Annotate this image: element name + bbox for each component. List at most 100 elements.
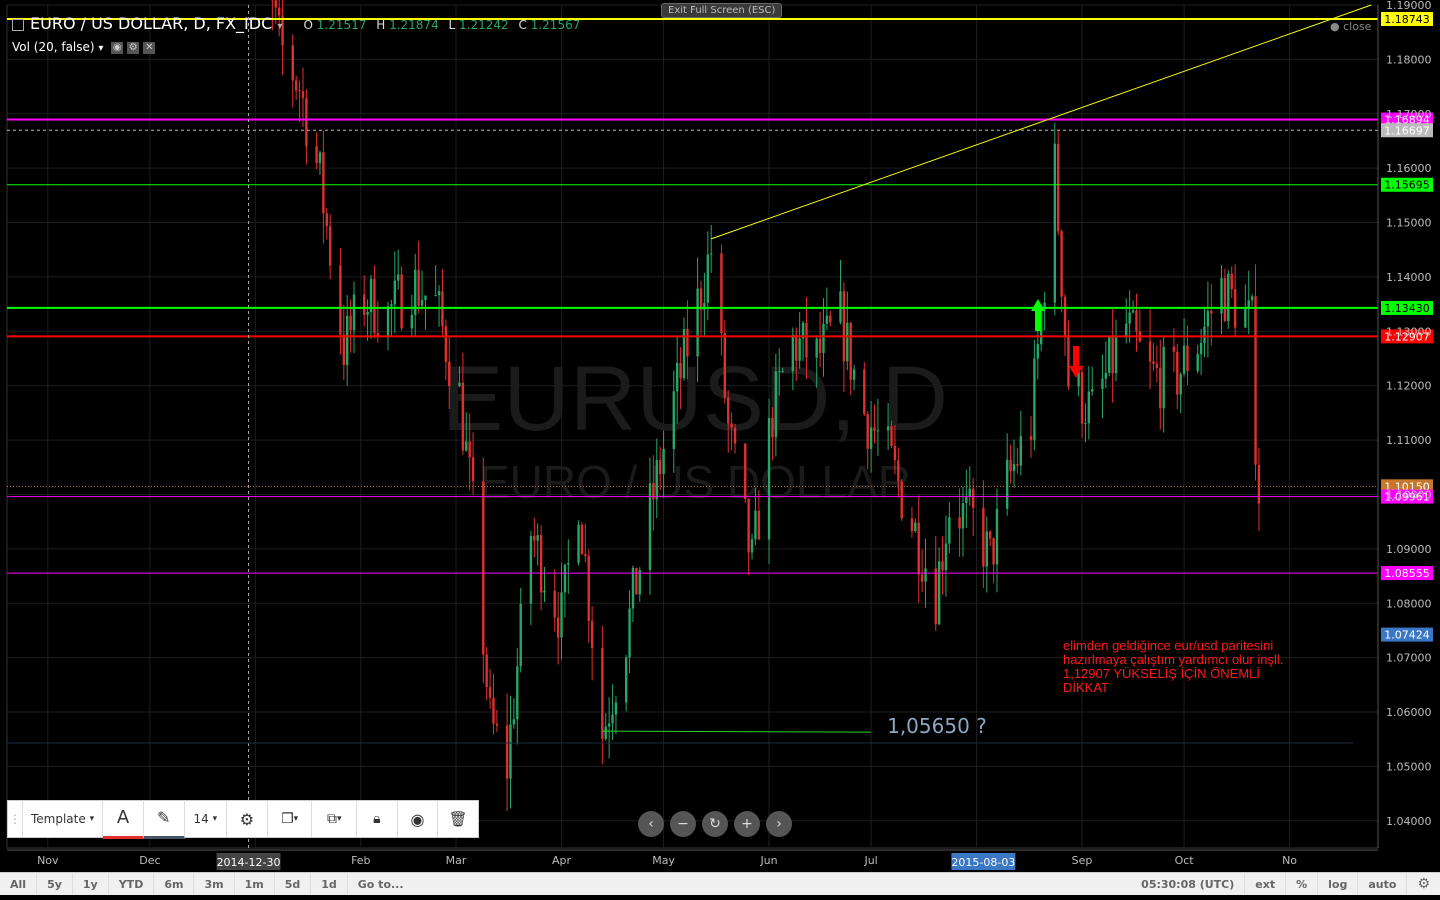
candle-body: [1182, 345, 1186, 374]
goto-button[interactable]: Go to...: [348, 873, 414, 895]
font-size-dropdown[interactable]: 14 ▾: [185, 801, 228, 837]
candle-body: [1227, 273, 1230, 322]
price-tick-label: 1.09000: [1386, 543, 1432, 556]
symbol-toggle-icon[interactable]: [12, 18, 24, 31]
drag-handle-icon[interactable]: ⋮: [8, 801, 23, 837]
candle-body: [1087, 391, 1091, 424]
range-6m[interactable]: 6m: [154, 873, 195, 895]
zoom-out-button[interactable]: −: [670, 811, 696, 837]
layers-icon: ❐: [281, 811, 294, 827]
candle: [710, 225, 713, 273]
chevron-down-icon[interactable]: ▾: [98, 43, 103, 54]
candle-body: [662, 448, 665, 475]
high-value: 1.21874: [389, 18, 439, 32]
candle: [397, 249, 400, 290]
candle-body: [607, 723, 611, 727]
time-tick-label: Jun: [759, 854, 777, 867]
candle-body: [869, 427, 873, 449]
range-3m[interactable]: 3m: [194, 873, 235, 895]
candle: [1257, 447, 1261, 531]
volume-legend[interactable]: Vol (20, false) ▾ ◉ ⚙ ✕: [12, 40, 156, 54]
candle-body: [533, 536, 536, 541]
candle-body: [723, 333, 727, 398]
candle-body: [492, 697, 495, 724]
candle-body: [1196, 354, 1199, 372]
level-price-label: 1.07424: [1384, 629, 1430, 642]
exit-fullscreen-button[interactable]: Exit Full Screen (ESC): [661, 3, 783, 18]
candle: [488, 668, 492, 710]
price-chart[interactable]: EURUSD, DEURO / US DOLLAR1.187431.168941…: [0, 0, 1440, 900]
candle-body: [376, 333, 380, 336]
annotation-line: elimden geldiğince eur/usd paritesini: [1063, 638, 1273, 653]
range-1d[interactable]: 1d: [311, 873, 348, 895]
candle: [339, 248, 342, 355]
log-toggle[interactable]: log: [1318, 873, 1359, 895]
candle: [635, 567, 638, 595]
auto-toggle[interactable]: auto: [1358, 873, 1408, 895]
scroll-left-button[interactable]: ‹: [638, 811, 664, 837]
candle: [1053, 122, 1057, 316]
candle-body: [397, 274, 400, 281]
percent-toggle[interactable]: %: [1286, 873, 1319, 895]
candle-body: [846, 322, 849, 362]
candle: [1196, 344, 1199, 374]
candle-body: [512, 719, 516, 725]
candle: [363, 275, 366, 327]
candle-body: [488, 687, 492, 698]
candle-body: [747, 498, 750, 553]
candle-body: [900, 481, 903, 519]
candle-body: [509, 724, 512, 779]
candle: [1080, 365, 1084, 438]
candle-body: [818, 338, 822, 354]
line-color-button[interactable]: ✎: [143, 799, 185, 839]
settings-button[interactable]: ⚙: [227, 801, 268, 837]
range-1y[interactable]: 1y: [73, 873, 109, 895]
open-label: O: [303, 18, 313, 32]
candle-body: [1091, 388, 1094, 392]
range-all[interactable]: All: [0, 873, 38, 895]
range-1m[interactable]: 1m: [235, 873, 275, 895]
delete-button[interactable]: 🗑︎: [438, 801, 478, 837]
candle-body: [624, 657, 628, 703]
chevron-down-icon[interactable]: ▾: [277, 21, 282, 32]
close-icon[interactable]: ✕: [143, 41, 156, 54]
text-icon: A: [116, 807, 130, 828]
symbol-legend[interactable]: EURO / US DOLLAR, D, FX_IDC ▾ O 1.21517 …: [12, 14, 580, 33]
reset-button[interactable]: ↻: [702, 811, 728, 837]
utc-time[interactable]: 05:30:08 (UTC): [1131, 873, 1246, 895]
lock-button[interactable]: 🔒︎: [357, 801, 398, 837]
clone-button[interactable]: ⧉ ▾: [312, 801, 358, 837]
gear-icon[interactable]: ⚙: [127, 41, 140, 54]
selected-date-label: 2015-08-03: [951, 856, 1015, 869]
candle-body: [897, 460, 900, 482]
range-5d[interactable]: 5d: [275, 873, 312, 895]
chart-frame[interactable]: EURUSD, D EURO / US DOLLAR 1.18743 1.16894 1…: [0, 0, 1440, 900]
candle: [1247, 270, 1250, 335]
gear-icon[interactable]: ⚙: [1407, 873, 1440, 895]
range-ytd[interactable]: YTD: [109, 873, 155, 895]
range-5y[interactable]: 5y: [37, 873, 73, 895]
candle-body: [944, 543, 948, 571]
candle: [482, 457, 485, 684]
candle: [328, 214, 332, 280]
ext-toggle[interactable]: ext: [1245, 873, 1287, 895]
candle: [373, 265, 376, 339]
arrange-button[interactable]: ❐ ▾: [268, 801, 313, 837]
candle: [958, 488, 961, 557]
candle-body: [982, 507, 985, 567]
scroll-right-button[interactable]: ›: [766, 811, 792, 837]
text-color-button[interactable]: A: [103, 799, 144, 839]
candle-body: [1108, 337, 1111, 373]
eye-icon[interactable]: ◉: [111, 41, 124, 54]
candle: [529, 530, 533, 626]
zoom-in-button[interactable]: +: [734, 811, 760, 837]
candle-body: [553, 590, 556, 618]
candle: [631, 565, 635, 622]
candle-body: [1206, 310, 1210, 327]
visibility-button[interactable]: ◉: [398, 801, 439, 837]
candle-body: [778, 371, 781, 373]
candle: [1159, 339, 1162, 430]
candle-body: [345, 315, 349, 366]
template-dropdown[interactable]: Template ▾: [23, 801, 104, 837]
candle: [1019, 410, 1022, 476]
